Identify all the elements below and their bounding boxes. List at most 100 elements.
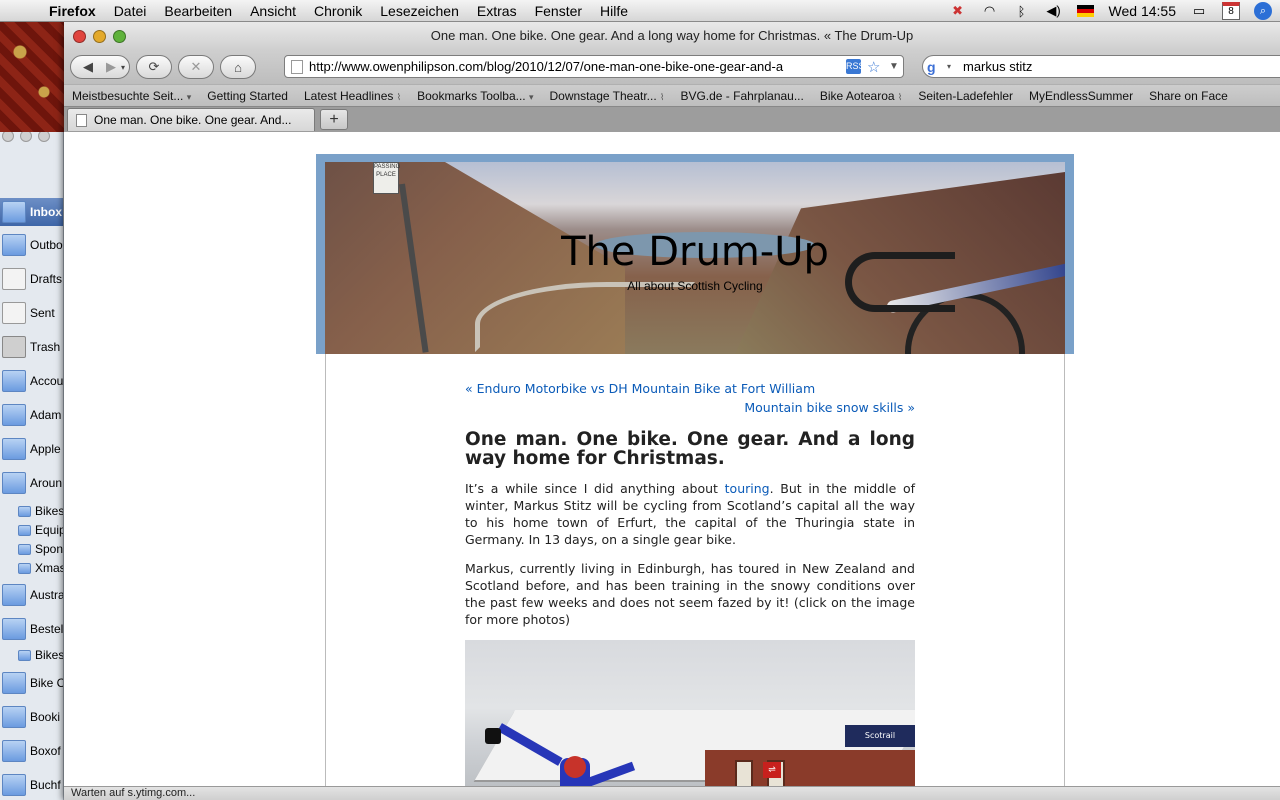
mail-item-inbox[interactable]: Inbox — [0, 198, 63, 226]
rail-logo-icon: ⇌ — [763, 762, 781, 778]
stop-button[interactable]: ✕ — [178, 55, 214, 79]
bookmark-item[interactable]: Share on Face — [1141, 89, 1236, 103]
mail-folder[interactable]: Bestel — [2, 618, 63, 640]
bookmark-item[interactable]: Meistbesuchte Seit... ▾ — [64, 89, 199, 103]
new-tab-button[interactable]: + — [320, 109, 348, 130]
tab-label: One man. One bike. One gear. And... — [94, 113, 292, 127]
menu-datei[interactable]: Datei — [105, 3, 156, 19]
site-title[interactable]: The Drum-Up — [325, 232, 1065, 272]
zoom-window-button[interactable] — [113, 30, 126, 43]
bookmark-item[interactable]: BVG.de - Fahrplanau... — [672, 89, 811, 103]
menu-chronik[interactable]: Chronik — [305, 3, 371, 19]
mail-folder[interactable]: Aroun — [2, 472, 62, 494]
menu-extras[interactable]: Extras — [468, 3, 526, 19]
mail-folder[interactable]: Accou — [2, 370, 63, 392]
bookmark-item[interactable]: Latest Headlines ⌇ — [296, 89, 409, 103]
bookmark-item[interactable]: Bike Aotearoa ⌇ — [812, 89, 910, 103]
mail-folder[interactable]: Bike C — [2, 672, 63, 694]
header-photo[interactable]: PASSING PLACE The Drum-Up All about Scot… — [325, 162, 1065, 354]
menu-bearbeiten[interactable]: Bearbeiten — [155, 3, 241, 19]
folder-icon — [2, 774, 26, 796]
bookmark-star-icon[interactable]: ☆ — [867, 58, 883, 76]
mail-item-drafts[interactable]: Drafts — [2, 268, 62, 290]
wifi-icon[interactable]: ◠ — [981, 3, 999, 19]
mail-subfolder[interactable]: Spons — [18, 542, 63, 556]
calendar-icon[interactable]: 8 — [1222, 2, 1240, 20]
post-photo[interactable]: Scotrail ⇌ — [465, 640, 915, 786]
input-flag-icon[interactable] — [1077, 3, 1095, 19]
mail-item-sent[interactable]: Sent — [2, 302, 55, 324]
menu-fenster[interactable]: Fenster — [526, 3, 591, 19]
folder-icon — [18, 505, 31, 517]
menubar-clock[interactable]: Wed 14:55 — [1109, 3, 1176, 19]
next-post-link[interactable]: Mountain bike snow skills » — [465, 399, 915, 416]
bookmark-item[interactable]: MyEndlessSummer — [1021, 89, 1141, 103]
blog-container: PASSING PLACE The Drum-Up All about Scot… — [316, 154, 1074, 786]
close-window-button[interactable] — [73, 30, 86, 43]
previous-post-link[interactable]: « Enduro Motorbike vs DH Mountain Bike a… — [465, 380, 915, 397]
mail-folder[interactable]: Adam — [2, 404, 61, 426]
rss-feed-icon: ⌇ — [396, 91, 402, 102]
drafts-icon — [2, 268, 26, 290]
trash-icon — [2, 336, 26, 358]
minimize-window-button[interactable] — [93, 30, 106, 43]
rss-feed-icon: ⌇ — [897, 91, 903, 102]
bluetooth-icon[interactable]: ᛒ — [1013, 3, 1031, 19]
folder-icon — [2, 438, 26, 460]
menu-app-firefox[interactable]: Firefox — [40, 3, 105, 19]
google-search-engine-icon[interactable]: g — [927, 59, 947, 75]
mail-folder[interactable]: Booki — [2, 706, 60, 728]
window-controls — [73, 30, 126, 43]
home-icon: ⌂ — [234, 59, 242, 75]
search-input[interactable]: markus stitz — [963, 59, 1032, 74]
menu-lesezeichen[interactable]: Lesezeichen — [371, 3, 468, 19]
folder-icon — [2, 584, 26, 606]
site-description: All about Scottish Cycling — [627, 279, 763, 293]
mail-item-trash[interactable]: Trash — [2, 336, 60, 358]
rss-feed-icon[interactable]: RSS — [846, 59, 865, 74]
url-dropdown-icon[interactable]: ▼ — [889, 61, 903, 72]
spotlight-search-icon[interactable]: ⌕ — [1254, 2, 1272, 20]
url-bar[interactable]: http://www.owenphilipson.com/blog/2010/1… — [284, 55, 904, 78]
mail-folder[interactable]: Boxof — [2, 740, 61, 762]
folder-icon — [2, 404, 26, 426]
battery-icon[interactable]: ▭ — [1190, 3, 1208, 19]
forward-icon[interactable]: ▶ — [101, 59, 121, 75]
firefox-window: One man. One bike. One gear. And a long … — [64, 22, 1280, 800]
mail-folder[interactable]: Buchf — [2, 774, 61, 796]
post-title: One man. One bike. One gear. And a long … — [465, 429, 915, 469]
bookmark-item[interactable]: Getting Started — [199, 89, 296, 103]
outbox-icon — [2, 234, 26, 256]
bookmark-item[interactable]: Seiten-Ladefehler — [910, 89, 1021, 103]
reload-button[interactable]: ⟳ — [136, 55, 172, 79]
post-paragraph-2: Markus, currently living in Edinburgh, h… — [465, 561, 915, 627]
bookmark-item[interactable]: Bookmarks Toolba... ▾ — [409, 89, 541, 103]
search-engine-dropdown-icon[interactable]: ▾ — [947, 62, 957, 71]
mail-subfolder[interactable]: Equip — [18, 523, 63, 537]
mail-subfolder[interactable]: Bikes — [18, 504, 63, 518]
post-paragraph-1: It’s a while since I did anything about … — [465, 481, 915, 547]
url-text[interactable]: http://www.owenphilipson.com/blog/2010/1… — [309, 59, 840, 74]
mail-subfolder[interactable]: Bikest — [18, 648, 63, 662]
rss-feed-icon: ⌇ — [660, 91, 665, 102]
folder-icon — [18, 649, 31, 661]
history-dropdown-icon[interactable]: ▾ — [121, 63, 125, 72]
page-icon — [291, 59, 303, 74]
tab-active[interactable]: One man. One bike. One gear. And... — [67, 108, 315, 131]
status-alert-icon[interactable]: ✖ — [949, 3, 967, 19]
touring-link[interactable]: touring — [725, 481, 770, 496]
menu-ansicht[interactable]: Ansicht — [241, 3, 305, 19]
folder-icon — [2, 740, 26, 762]
mail-item-outbox[interactable]: Outbo — [2, 234, 63, 256]
menu-hilfe[interactable]: Hilfe — [591, 3, 637, 19]
volume-icon[interactable]: ◀) — [1045, 3, 1063, 19]
search-bar[interactable]: g ▾ markus stitz — [922, 55, 1280, 78]
back-icon[interactable]: ◀ — [75, 59, 101, 75]
mail-subfolder[interactable]: Xmas — [18, 561, 63, 575]
mail-folder[interactable]: Apple — [2, 438, 61, 460]
folder-icon — [18, 543, 31, 555]
bookmarks-toolbar: Meistbesuchte Seit... ▾ Getting Started … — [64, 84, 1280, 106]
home-button[interactable]: ⌂ — [220, 55, 256, 79]
bookmark-item[interactable]: Downstage Theatr... ⌇ — [542, 89, 673, 103]
mail-folder[interactable]: Austra — [2, 584, 63, 606]
